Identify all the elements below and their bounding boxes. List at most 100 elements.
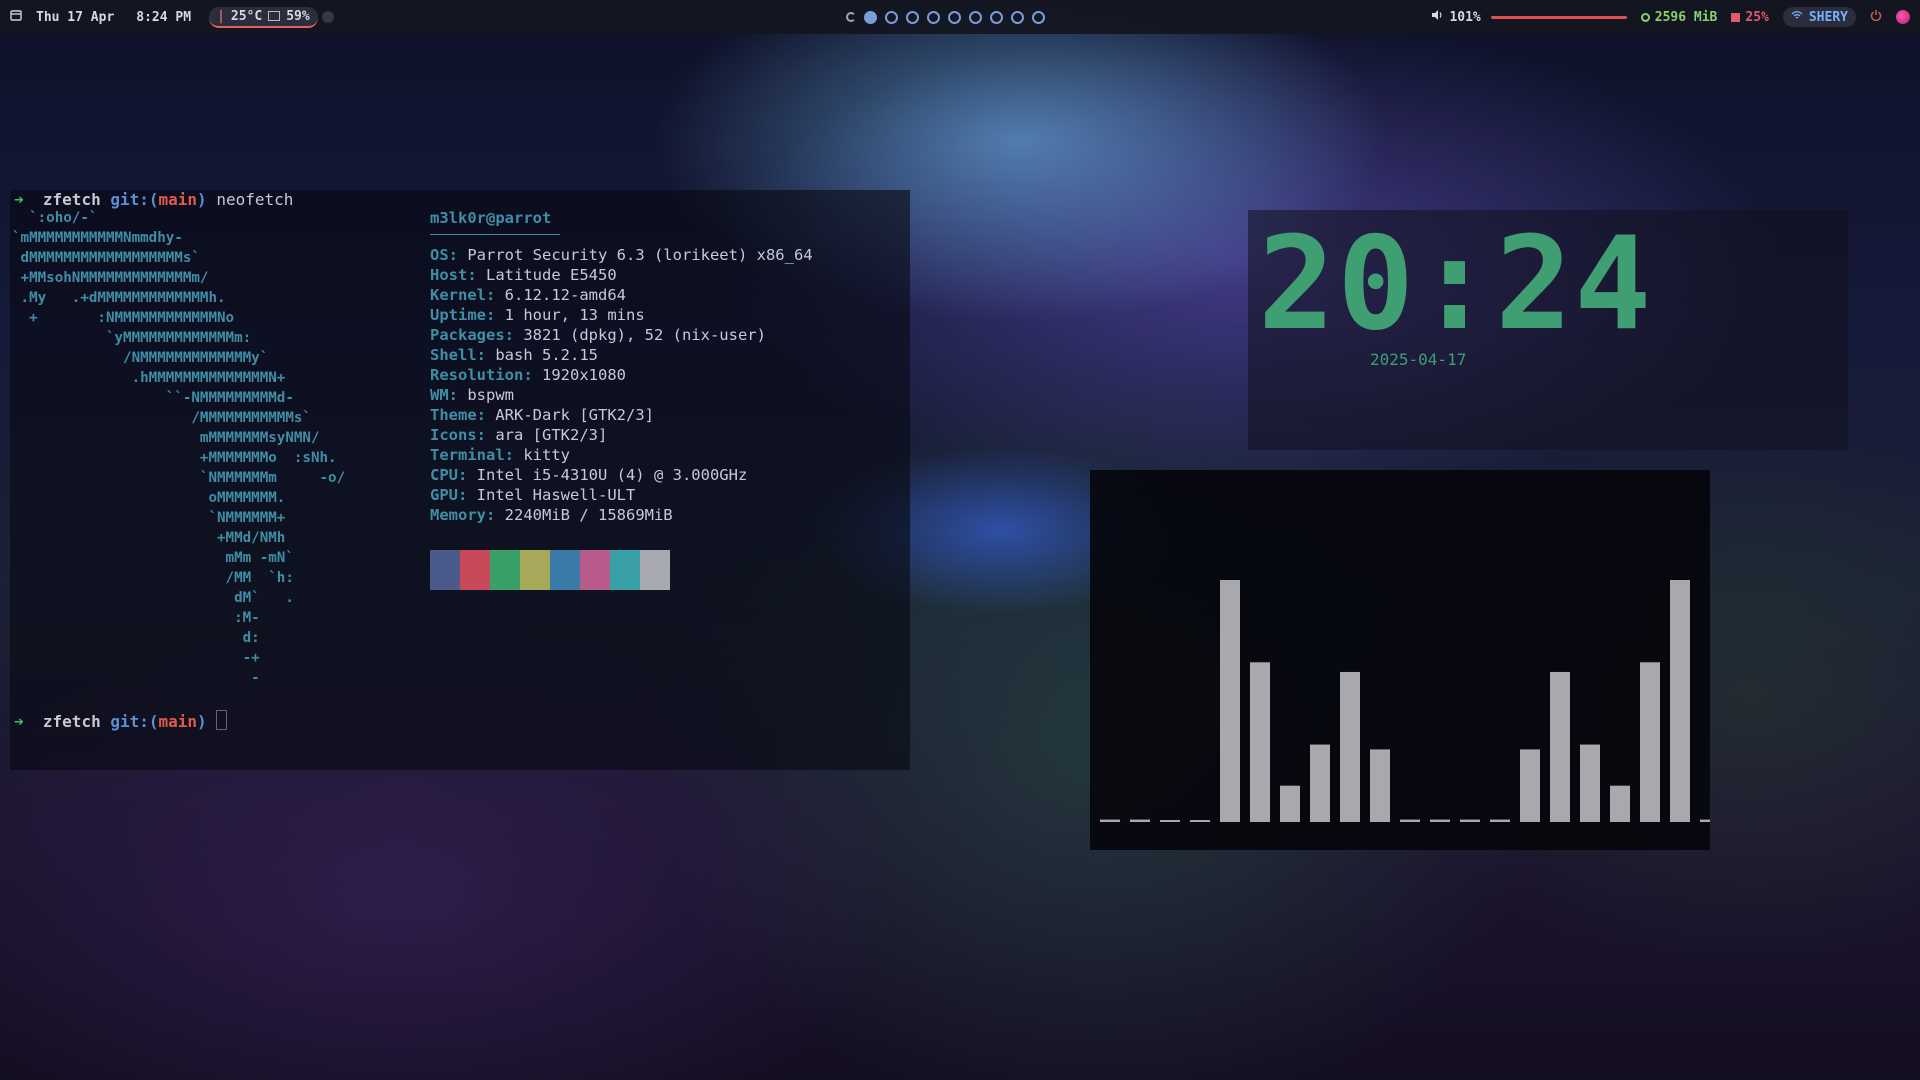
terminal-window[interactable]: ➜ zfetch git:(main) neofetch `:oho/-` `m… xyxy=(10,190,910,770)
calendar-icon[interactable] xyxy=(10,9,22,25)
visualizer-bar xyxy=(1670,580,1690,822)
prompt-line-2[interactable]: ➜ zfetch git:(main) xyxy=(14,710,228,731)
palette-swatch xyxy=(460,550,490,590)
cpu-icon xyxy=(1731,12,1741,22)
user-host: m3lk0r@parrot xyxy=(430,209,552,227)
info-value: Latitude E5450 xyxy=(486,266,617,284)
visualizer-bar xyxy=(1340,671,1360,822)
cpu-widget: 25% xyxy=(1731,10,1769,25)
temp-label: 25°C xyxy=(230,8,263,24)
info-value: bspwm xyxy=(467,386,515,404)
info-row: Kernel: 6.12.12-amd64 xyxy=(430,286,626,304)
visualizer-bars xyxy=(1100,580,1710,822)
workspace-6[interactable] xyxy=(969,10,982,24)
prompt-command: neofetch xyxy=(216,190,294,209)
palette-swatch xyxy=(520,550,550,590)
memory-icon xyxy=(1640,12,1650,22)
info-row: CPU: Intel i5-4310U (4) @ 3.000GHz xyxy=(430,466,748,484)
visualizer-bar xyxy=(1580,744,1600,822)
wifi-icon xyxy=(1791,9,1803,25)
top-bar-right: 101% 2596 MiB 25% SHERY xyxy=(1431,0,1910,34)
info-key: GPU xyxy=(430,486,458,504)
prompt-dir: zfetch xyxy=(42,712,101,731)
info-rows: OS: Parrot Security 6.3 (lorikeet) x86_6… xyxy=(430,245,813,525)
visualizer-bar xyxy=(1700,819,1710,822)
info-key: CPU xyxy=(430,466,458,484)
wifi-widget[interactable]: SHERY xyxy=(1782,7,1856,27)
info-row: Terminal: kitty xyxy=(430,446,570,464)
prompt-line-1: ➜ zfetch git:(main) neofetch xyxy=(14,190,293,209)
info-key: Kernel xyxy=(430,286,486,304)
workspace-5[interactable] xyxy=(948,10,961,24)
info-row: Icons: ara [GTK2/3] xyxy=(430,426,608,444)
workspace-2[interactable] xyxy=(885,10,898,24)
info-value: Intel Haswell-ULT xyxy=(476,486,636,504)
info-value: 3821 (dpkg), 52 (nix-user) xyxy=(523,326,766,344)
visualizer-bar xyxy=(1550,671,1570,822)
info-key: Icons xyxy=(430,426,477,444)
prompt-dir: zfetch xyxy=(42,190,101,209)
info-key: Memory xyxy=(430,506,486,524)
visualizer-bar xyxy=(1400,819,1420,822)
visualizer-bar xyxy=(1250,662,1270,822)
info-row: Resolution: 1920x1080 xyxy=(430,366,626,384)
date-label: Thu 17 Apr xyxy=(36,9,115,25)
info-key: Uptime xyxy=(430,306,486,324)
visualizer-bar xyxy=(1520,749,1540,822)
palette-swatch xyxy=(640,550,670,590)
workspace-9[interactable] xyxy=(1032,10,1045,24)
visualizer-bar xyxy=(1490,819,1510,822)
info-row: Uptime: 1 hour, 13 mins xyxy=(430,306,645,324)
visualizer-bar xyxy=(1610,785,1630,822)
info-value: ara [GTK2/3] xyxy=(495,426,608,444)
info-row: Memory: 2240MiB / 15869MiB xyxy=(430,506,673,524)
info-key: OS xyxy=(430,246,449,264)
info-key: WM xyxy=(430,386,449,404)
info-value: 6.12.12-amd64 xyxy=(504,286,626,304)
visualizer-bar xyxy=(1160,820,1180,822)
workspace-1[interactable] xyxy=(864,10,877,24)
visualizer-bar xyxy=(1220,580,1240,822)
thermometer-icon: | xyxy=(217,8,225,24)
volume-bar[interactable] xyxy=(1490,15,1627,19)
palette-swatch xyxy=(490,550,520,590)
info-row: Packages: 3821 (dpkg), 52 (nix-user) xyxy=(430,326,766,344)
neofetch-info: m3lk0r@parrot OS: Parrot Security 6.3 (l… xyxy=(430,208,813,525)
info-key: Packages xyxy=(430,326,505,344)
visualizer-bar xyxy=(1430,819,1450,822)
visualizer-bar xyxy=(1640,662,1660,822)
info-value: 1 hour, 13 mins xyxy=(504,306,645,324)
app-logo-icon[interactable] xyxy=(1896,10,1910,24)
info-value: ARK-Dark [GTK2/3] xyxy=(495,406,654,424)
info-row: Host: Latitude E5450 xyxy=(430,266,617,284)
info-row: Theme: ARK-Dark [GTK2/3] xyxy=(430,406,654,424)
wifi-label: SHERY xyxy=(1808,9,1848,25)
prompt-git-close: ) xyxy=(197,190,207,209)
workspace-indicator xyxy=(846,0,1045,34)
tray-dot xyxy=(321,11,334,23)
visualizer-bar xyxy=(1130,819,1150,822)
info-row: GPU: Intel Haswell-ULT xyxy=(430,486,636,504)
prompt-arrow-icon: ➜ xyxy=(14,712,24,731)
workspace-7[interactable] xyxy=(990,10,1003,24)
clock-widget: 20:24 2025-04-17 xyxy=(1248,210,1848,450)
palette-swatch xyxy=(580,550,610,590)
workspace-8[interactable] xyxy=(1011,10,1024,24)
info-row: Shell: bash 5.2.15 xyxy=(430,346,598,364)
info-row: WM: bspwm xyxy=(430,386,515,404)
power-icon[interactable] xyxy=(1870,9,1882,25)
clock-time: 20:24 xyxy=(1258,210,1654,359)
workspace-3[interactable] xyxy=(906,10,919,24)
workspace-4[interactable] xyxy=(927,10,940,24)
audio-visualizer xyxy=(1090,470,1710,850)
battery-icon xyxy=(268,11,281,21)
info-value: 1920x1080 xyxy=(542,366,626,384)
top-bar: Thu 17 Apr 8:24 PM | 25°C 59% 101% 2596 … xyxy=(0,0,1920,34)
memory-widget: 2596 MiB xyxy=(1640,10,1717,25)
prompt-branch: main xyxy=(158,190,198,209)
prompt-git-close: ) xyxy=(197,712,207,731)
workspace-prev-icon[interactable] xyxy=(846,12,856,22)
volume-widget[interactable]: 101% xyxy=(1431,9,1627,25)
visualizer-bar xyxy=(1100,819,1120,822)
visualizer-bar xyxy=(1280,785,1300,822)
